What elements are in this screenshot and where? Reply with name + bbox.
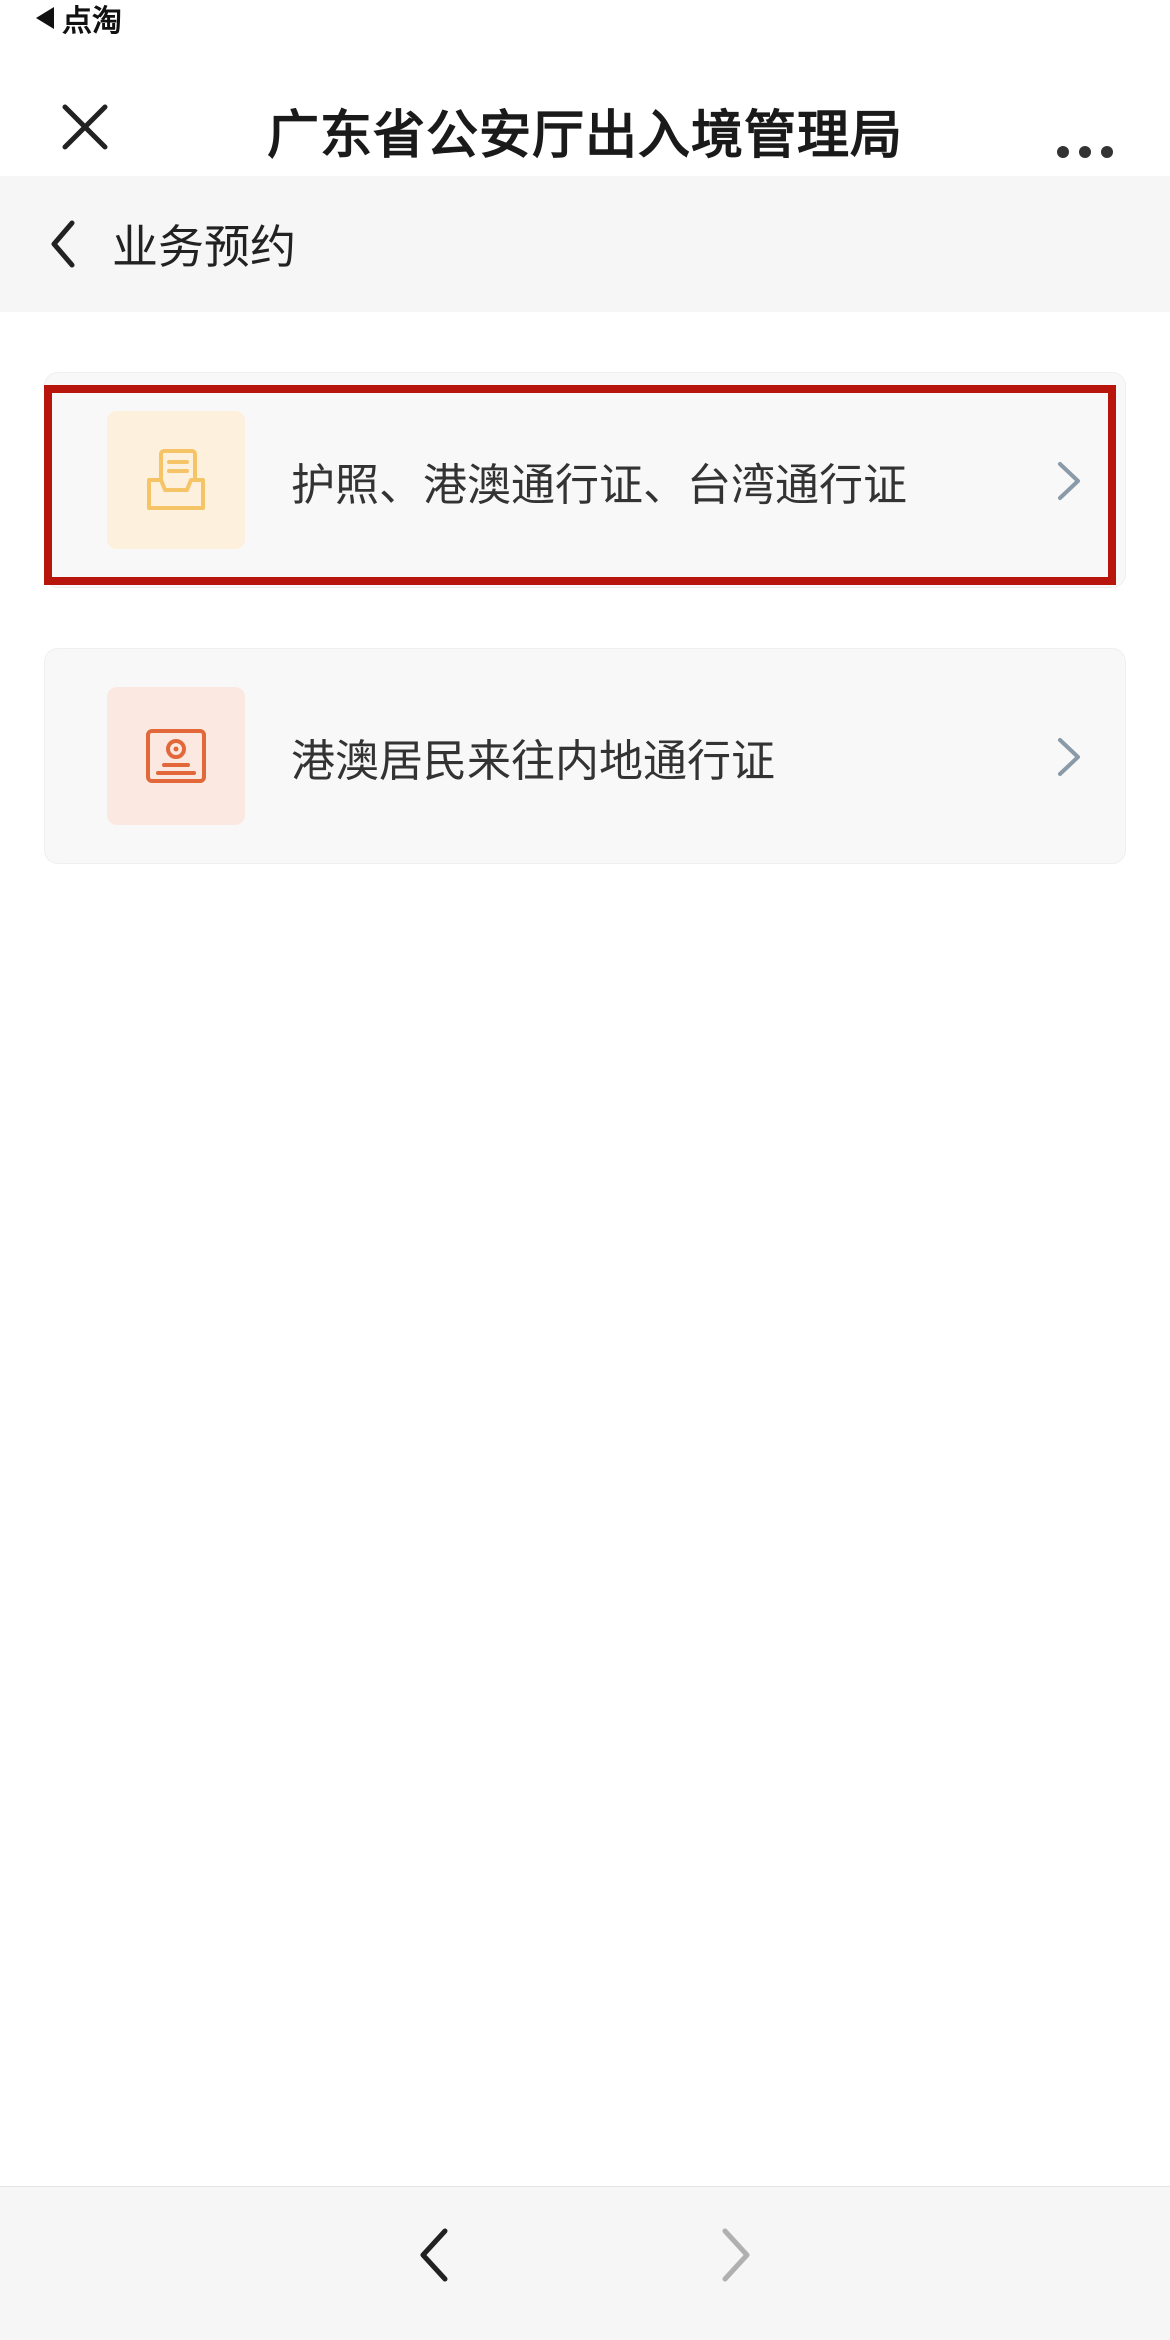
close-button[interactable]: [40, 82, 130, 172]
chevron-right-icon: [1058, 462, 1080, 500]
chevron-left-icon: [51, 220, 75, 268]
chevron-right-icon: [1058, 738, 1080, 776]
close-icon: [62, 104, 108, 150]
sub-header: 业务预约: [0, 176, 1170, 312]
more-dot: [1101, 146, 1113, 158]
more-dot: [1079, 146, 1091, 158]
service-chevron: [1039, 451, 1099, 511]
document-tray-icon: [147, 449, 205, 510]
service-icon-box: [107, 411, 245, 549]
more-dot: [1057, 146, 1069, 158]
service-label: 港澳居民来往内地通行证: [291, 736, 775, 787]
sub-header-back-button[interactable]: [24, 204, 104, 284]
chevron-left-icon: [420, 2228, 448, 2282]
page-title: 广东省公安厅出入境管理局: [266, 105, 903, 166]
service-item-passport-hk-macao-taiwan[interactable]: 护照、港澳通行证、台湾通行证: [44, 372, 1126, 588]
bottom-toolbar: [0, 2186, 1170, 2340]
service-chevron: [1039, 727, 1099, 787]
navigation-bar: 广东省公安厅出入境管理局: [0, 40, 1170, 176]
browser-forward-button[interactable]: [696, 2215, 776, 2295]
back-to-app-button[interactable]: 点淘: [36, 0, 122, 39]
service-item-hk-macao-resident-permit[interactable]: 港澳居民来往内地通行证: [44, 648, 1126, 864]
sub-header-title: 业务预约: [112, 220, 296, 274]
browser-back-button[interactable]: [394, 2215, 474, 2295]
status-bar: 点淘: [0, 0, 1170, 40]
chevron-right-icon: [722, 2228, 750, 2282]
service-label: 护照、港澳通行证、台湾通行证: [291, 460, 907, 511]
service-icon-box: [107, 687, 245, 825]
back-triangle-icon: [36, 7, 54, 29]
back-app-label: 点淘: [62, 4, 122, 39]
id-card-icon: [146, 729, 206, 783]
